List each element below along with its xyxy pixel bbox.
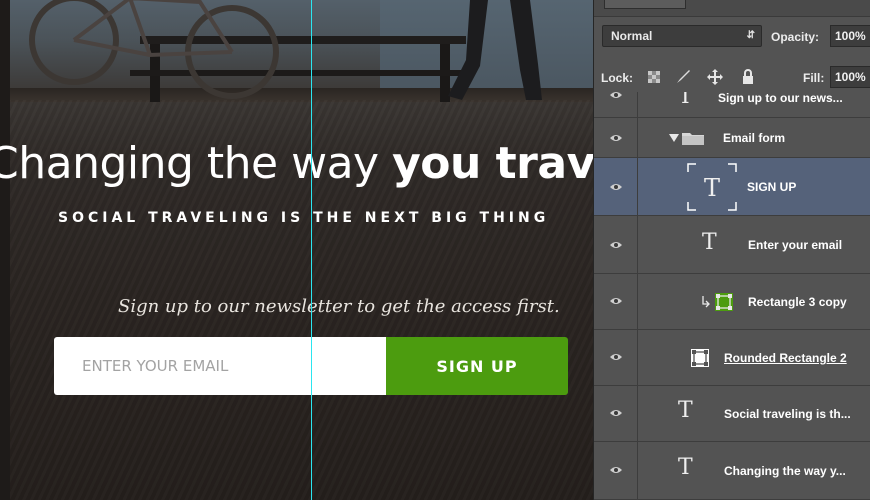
lock-position-icon[interactable] xyxy=(706,68,724,86)
layer-row[interactable]: T Sign up to our news... xyxy=(594,92,870,118)
email-field[interactable] xyxy=(54,337,386,395)
document-canvas[interactable]: Changing the way you trave SOCIAL TRAVEL… xyxy=(0,0,593,500)
layer-name: Rounded Rectangle 2 xyxy=(724,351,847,365)
visibility-toggle[interactable] xyxy=(594,158,638,215)
svg-text:T: T xyxy=(704,174,720,202)
blend-mode-select[interactable]: Normal ⇵ xyxy=(602,25,762,47)
fill-label: Fill: xyxy=(803,71,825,85)
panel-tab[interactable] xyxy=(604,0,686,9)
lock-all-icon[interactable] xyxy=(739,68,757,86)
text-layer-icon: T xyxy=(678,398,693,423)
hero-headline: Changing the way you trave xyxy=(0,138,593,189)
eye-icon xyxy=(610,298,622,304)
blend-mode-row: Normal ⇵ Opacity: 100% xyxy=(594,20,870,52)
eye-icon xyxy=(610,184,622,190)
fill-input[interactable]: 100% xyxy=(830,66,870,88)
canvas-edge-shadow xyxy=(0,0,10,500)
select-arrows-icon: ⇵ xyxy=(746,30,755,41)
opacity-label: Opacity: xyxy=(771,30,820,44)
visibility-toggle[interactable] xyxy=(594,274,638,329)
layer-row[interactable]: T Enter your email xyxy=(594,216,870,274)
layer-name: Email form xyxy=(723,131,786,145)
layer-name: SIGN UP xyxy=(747,180,797,194)
layers-list: T Sign up to our news... Email form T SI… xyxy=(594,92,870,500)
eye-icon xyxy=(610,135,622,141)
lock-row: Lock: Fill: 100% xyxy=(594,62,870,92)
eye-icon xyxy=(610,467,622,473)
layer-name: Changing the way y... xyxy=(724,464,846,478)
layer-row[interactable]: Rounded Rectangle 2 xyxy=(594,330,870,386)
lock-label: Lock: xyxy=(601,71,634,85)
signup-button[interactable]: SIGN UP xyxy=(386,337,568,395)
shape-layer-icon xyxy=(691,349,709,367)
vertical-guide-line[interactable] xyxy=(311,0,312,500)
lock-transparent-pixels-icon[interactable] xyxy=(645,68,663,86)
layer-name: Sign up to our news... xyxy=(718,92,843,105)
text-layer-icon: T xyxy=(678,455,693,480)
eye-icon xyxy=(610,410,622,416)
hero-tagline: SOCIAL TRAVELING IS THE NEXT BIG THING xyxy=(58,210,550,226)
layer-row[interactable]: T Changing the way y... xyxy=(594,442,870,500)
layers-panel: Normal ⇵ Opacity: 100% Lock: Fill: 100% xyxy=(593,0,870,500)
visibility-toggle[interactable] xyxy=(594,386,638,441)
layer-row[interactable]: Rectangle 3 copy xyxy=(594,274,870,330)
visibility-toggle[interactable] xyxy=(594,92,638,117)
shape-layer-icon xyxy=(715,293,733,311)
visibility-toggle[interactable] xyxy=(594,442,638,499)
blend-mode-value: Normal xyxy=(611,29,653,43)
newsletter-subtext: Sign up to our newsletter to get the acc… xyxy=(118,296,560,317)
text-layer-icon: T xyxy=(687,163,737,211)
headline-regular: Changing the way xyxy=(0,138,393,189)
visibility-toggle[interactable] xyxy=(594,216,638,273)
headline-bold: you trave xyxy=(392,138,593,189)
layer-name: Rectangle 3 copy xyxy=(748,295,847,309)
eye-icon xyxy=(610,354,622,360)
visibility-toggle[interactable] xyxy=(594,330,638,385)
layer-name: Social traveling is th... xyxy=(724,407,851,421)
text-layer-icon: T xyxy=(702,230,717,255)
bicycle-bench-photo xyxy=(29,0,542,102)
lock-image-pixels-icon[interactable] xyxy=(674,68,692,86)
layer-row-selected[interactable]: T SIGN UP xyxy=(594,158,870,216)
layer-name: Enter your email xyxy=(748,238,843,252)
panel-top-strip xyxy=(594,0,870,17)
opacity-input[interactable]: 100% xyxy=(830,25,870,47)
clipping-arrow-icon xyxy=(702,296,710,308)
visibility-toggle[interactable] xyxy=(594,118,638,157)
layer-group-row[interactable]: Email form xyxy=(594,118,870,158)
eye-icon xyxy=(610,92,622,98)
eye-icon xyxy=(610,242,622,248)
text-layer-icon: T xyxy=(678,92,693,109)
expand-triangle-icon[interactable] xyxy=(669,134,679,142)
layer-row[interactable]: T Social traveling is th... xyxy=(594,386,870,442)
folder-icon xyxy=(682,133,704,145)
